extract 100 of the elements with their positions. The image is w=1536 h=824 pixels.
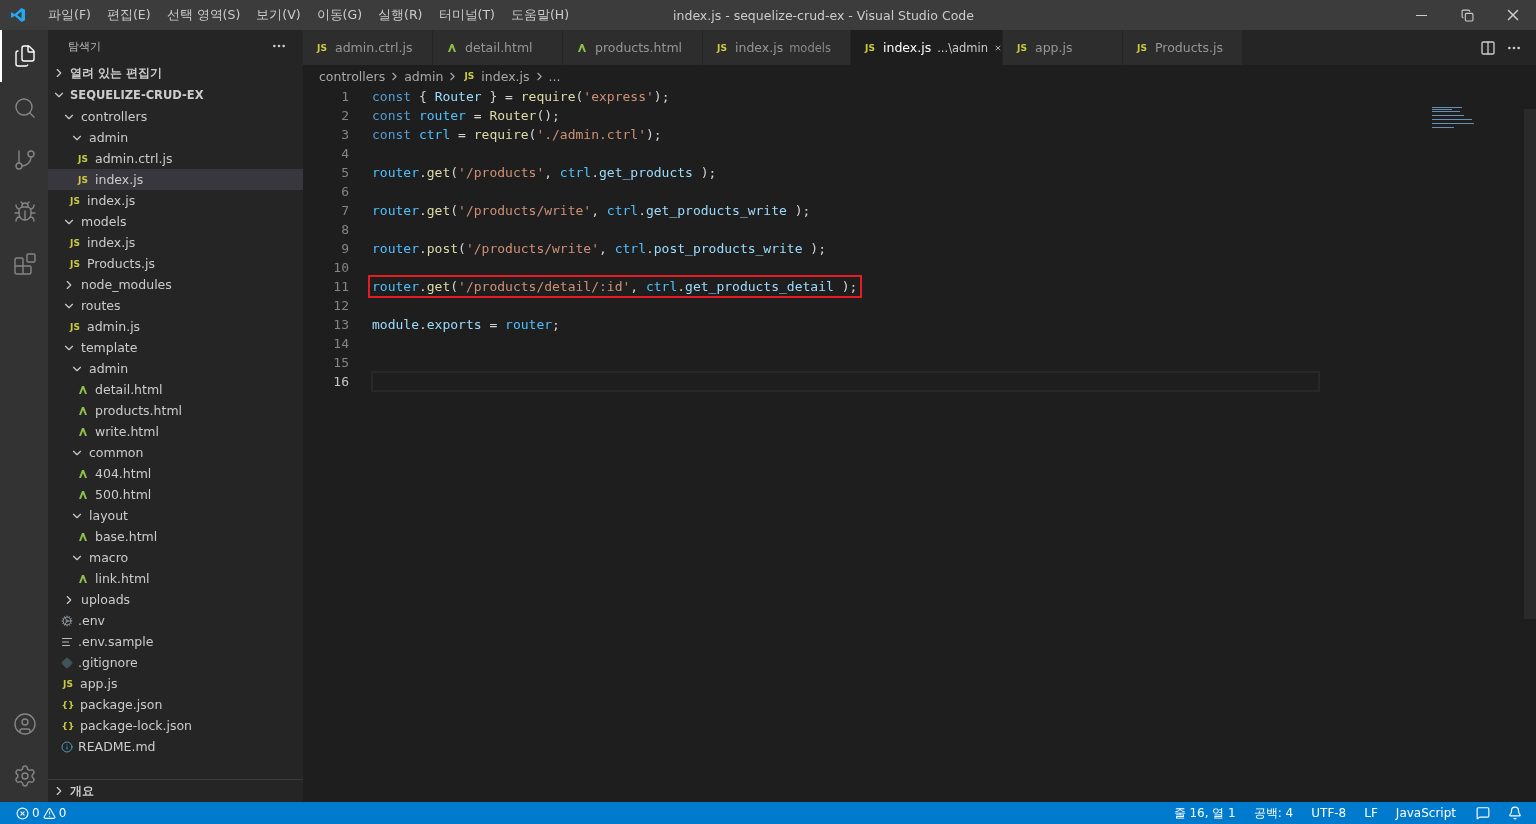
line-number: 2 [340,108,349,123]
menu-item[interactable]: 도움말(H) [502,6,578,24]
breadcrumb[interactable]: JS index.js [462,68,530,84]
js-file-icon: JS [68,258,82,269]
section-header[interactable]: SEQUELIZE-CRUD-EX [48,84,303,106]
file-item[interactable]: {} package-lock.json [48,715,303,736]
search-icon [13,96,37,120]
line-number: 7 [340,203,349,218]
breadcrumb[interactable]: admin [404,68,444,84]
html-file-icon [78,531,88,542]
folder-item[interactable]: models [48,211,303,232]
editor-tab[interactable]: products.html [563,30,703,65]
breadcrumb[interactable]: ... [548,68,561,84]
menu-item[interactable]: 이동(G) [308,6,371,24]
file-item[interactable]: products.html [48,400,303,421]
editor-tab[interactable]: detail.html [433,30,563,65]
folder-item[interactable]: template [48,337,303,358]
folder-item[interactable]: node_modules [48,274,303,295]
line-number: 16 [332,374,349,389]
js-file-icon: JS [68,195,82,206]
folder-item[interactable]: routes [48,295,303,316]
feedback-icon[interactable] [1476,806,1490,820]
html-file-icon [78,489,88,500]
folder-item[interactable]: uploads [48,589,303,610]
file-item[interactable]: 404.html [48,463,303,484]
folder-item[interactable]: macro [48,547,303,568]
js-file-icon: JS [76,153,90,164]
diamond-icon [61,656,73,669]
file-item[interactable]: JS app.js [48,673,303,694]
file-item[interactable]: JS Products.js [48,253,303,274]
file-item[interactable]: JS admin.ctrl.js [48,148,303,169]
file-item[interactable]: .env [48,610,303,631]
menu-item[interactable]: 파일(F) [40,6,99,24]
file-item[interactable]: write.html [48,421,303,442]
folder-item[interactable]: layout [48,505,303,526]
line-number: 1 [340,89,349,104]
file-item[interactable]: link.html [48,568,303,589]
js-file-icon: JS [1135,42,1149,53]
json-file-icon: {} [61,699,75,710]
status-item[interactable]: LF [1358,806,1384,820]
code-line: router.get('/products', ctrl.get_products ); [371,164,718,181]
editor-tab[interactable]: JS app.js [1003,30,1123,65]
code-line: module.exports = router; [371,316,561,333]
line-number: 14 [332,336,349,351]
file-item[interactable]: detail.html [48,379,303,400]
html-file-icon [78,468,88,479]
file-item[interactable]: README.md [48,736,303,757]
account-icon [13,712,37,736]
js-file-icon: JS [462,71,477,81]
status-item[interactable]: 공백: 4 [1247,804,1300,822]
editor-tab[interactable]: JS index.js ...\admin [851,30,1003,65]
file-item[interactable]: JS index.js [48,190,303,211]
code-line: router.post('/products/write', ctrl.post_products_write ); [371,240,827,257]
warning-icon [42,806,56,820]
js-file-icon: JS [315,42,329,53]
status-item[interactable]: JavaScript [1389,806,1462,820]
minimize-icon [1415,14,1427,16]
status-item[interactable]: UTF-8 [1305,806,1353,820]
info-icon [61,740,73,753]
js-file-icon: JS [863,42,877,53]
breadcrumb[interactable]: controllers [319,68,386,84]
file-item[interactable]: .env.sample [48,631,303,652]
file-item[interactable]: {} package.json [48,694,303,715]
problems-indicator[interactable]: 0 0 [10,806,73,820]
code-line: router.get('/products/detail/:id', ctrl.get_products_detail ); [371,278,860,295]
line-number: 9 [340,241,349,256]
html-file-icon [78,405,88,416]
bug-icon [13,200,37,224]
editor-tab[interactable]: JS index.js models [703,30,851,65]
status-item[interactable]: 줄 16, 열 1 [1167,804,1242,822]
bell-icon[interactable] [1508,806,1522,820]
editor-tab[interactable]: JS admin.ctrl.js [303,30,433,65]
js-file-icon: JS [1015,42,1029,53]
section-header[interactable]: 열려 있는 편집기 [48,62,303,84]
js-file-icon: JS [68,321,82,332]
file-item[interactable]: 500.html [48,484,303,505]
folder-item[interactable]: admin [48,358,303,379]
menu-item[interactable]: 실행(R) [370,6,431,24]
editor-tab[interactable]: JS Products.js [1123,30,1243,65]
split-editor-icon[interactable] [1480,39,1496,56]
line-number: 4 [340,146,349,161]
menu-item[interactable]: 선택 영역(S) [158,6,249,24]
line-number: 15 [332,355,349,370]
menu-item[interactable]: 터미널(T) [430,6,503,24]
text-file-icon [61,635,73,648]
folder-item[interactable]: common [48,442,303,463]
branch-icon [13,148,37,172]
folder-item[interactable]: controllers [48,106,303,127]
folder-item[interactable]: admin [48,127,303,148]
file-item[interactable]: JS admin.js [48,316,303,337]
file-item[interactable]: base.html [48,526,303,547]
line-number: 6 [340,184,349,199]
file-item[interactable]: JS index.js [48,232,303,253]
file-item[interactable]: JS index.js [48,169,303,190]
menu-item[interactable]: 편집(E) [98,6,159,24]
html-file-icon [78,384,88,395]
js-file-icon: JS [61,678,75,689]
code-line: router.get('/products/write', ctrl.get_products_write ); [371,202,812,219]
menu-item[interactable]: 보기(V) [248,6,309,24]
file-item[interactable]: .gitignore [48,652,303,673]
